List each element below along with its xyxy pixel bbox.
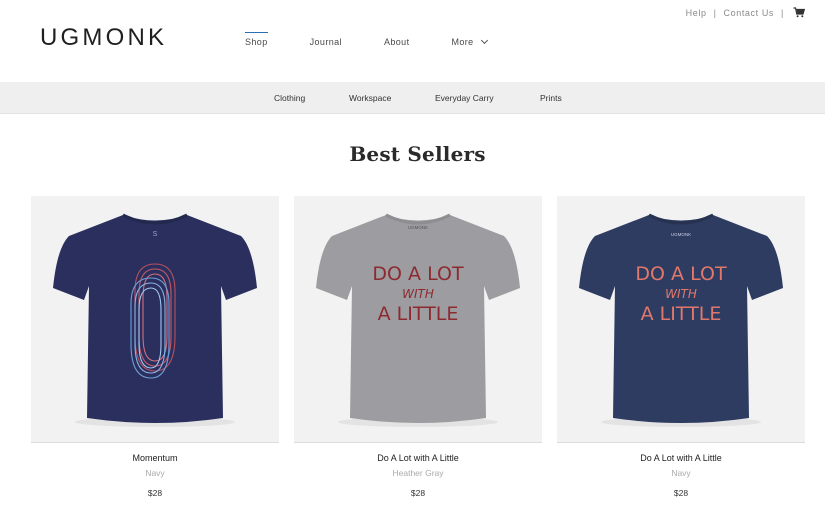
print-line: A LITTLE [378,303,459,325]
product-card[interactable]: UGMONK DO A LOT WITH A LITTLE Do A Lot w… [294,196,542,498]
utility-nav: Help | Contact Us | [686,7,805,18]
nav-shop-label: Shop [245,37,268,47]
product-image[interactable]: UGMONK DO A LOT WITH A LITTLE [294,196,542,443]
nav-journal-label: Journal [309,37,342,47]
print-line: DO A LOT [372,263,464,285]
nav-about[interactable]: About [384,32,410,47]
tshirt-image: S [53,213,257,427]
neck-label: UGMONK [671,232,691,237]
help-link[interactable]: Help [686,8,707,18]
product-name[interactable]: Do A Lot with A Little [294,453,542,463]
print-line: WITH [665,287,697,301]
contact-link[interactable]: Contact Us [724,8,775,18]
product-card[interactable]: UGMONK DO A LOT WITH A LITTLE Do A Lot w… [557,196,805,498]
cart-icon[interactable] [793,7,805,18]
subnav-workspace[interactable]: Workspace [349,93,391,103]
tshirt-image: UGMONK DO A LOT WITH A LITTLE [316,213,520,427]
site-header: UGMONK Shop Journal About More Help | Co… [0,0,825,82]
tshirt-image: UGMONK DO A LOT WITH A LITTLE [579,213,783,427]
product-image[interactable]: S [31,196,279,443]
print-line: A LITTLE [641,303,722,325]
subnav-prints[interactable]: Prints [540,93,562,103]
nav-more-label: More [451,37,474,47]
product-color: Navy [671,468,691,478]
product-price: $28 [147,488,163,498]
product-card[interactable]: S Momentum Navy $28 [31,196,279,498]
nav-shop[interactable]: Shop [245,32,268,47]
divider: | [713,7,717,18]
product-color: Heather Gray [392,468,444,478]
subnav-clothing[interactable]: Clothing [274,93,305,103]
print-line: WITH [402,287,434,301]
product-color: Navy [145,468,165,478]
nav-more[interactable]: More [451,32,488,47]
logo[interactable]: UGMONK [40,24,167,52]
neck-label: S [153,231,158,238]
product-price: $28 [410,488,426,498]
divider: | [781,7,784,18]
main-nav: Shop Journal About More [245,32,529,47]
category-subnav: Clothing Workspace Everyday Carry Prints [0,82,825,114]
product-name[interactable]: Do A Lot with A Little [557,453,805,463]
subnav-everyday-carry[interactable]: Everyday Carry [435,93,494,103]
product-name[interactable]: Momentum [31,453,279,463]
product-image[interactable]: UGMONK DO A LOT WITH A LITTLE [557,196,805,443]
shirt-body [53,215,257,423]
nav-about-label: About [383,37,410,47]
product-price: $28 [673,488,689,498]
neck-label: UGMONK [408,225,428,230]
chevron-down-icon [480,36,488,45]
nav-journal[interactable]: Journal [310,32,342,47]
print-line: DO A LOT [635,263,727,285]
section-title: Best Sellers [349,142,486,166]
